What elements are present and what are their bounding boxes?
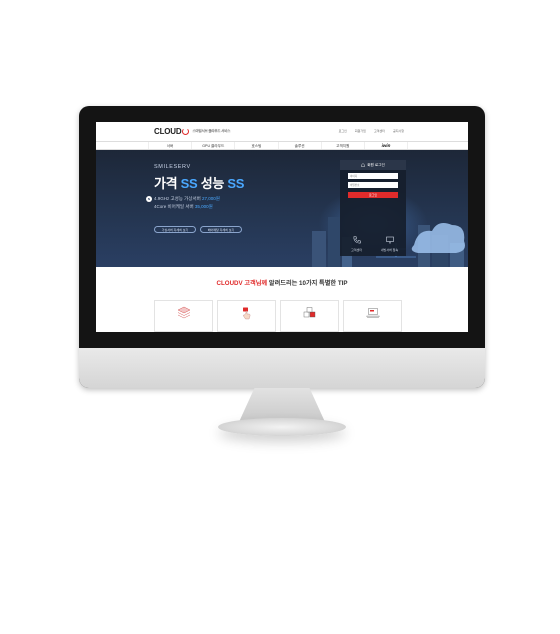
tip-card-4[interactable] <box>343 300 402 332</box>
hand-pointer-icon <box>242 307 250 320</box>
laptop-icon <box>365 308 380 318</box>
tip-card-1[interactable] <box>154 300 213 332</box>
shortcut-server-access[interactable]: 내빌서버 접속 <box>373 220 406 256</box>
nav-item-solution[interactable]: 솔루션 <box>279 142 322 149</box>
headline-ss-2: SS <box>227 176 245 191</box>
spec2-text: 4Core 비어케일 서버 <box>154 204 194 209</box>
top-link-login[interactable]: 로그인 <box>339 129 347 133</box>
top-link-support[interactable]: 고객센터 <box>374 129 385 133</box>
nav-item-server[interactable]: 서버 <box>148 142 193 149</box>
logo-text: CLOUD <box>154 127 182 136</box>
headline-performance-word: 성능 <box>200 176 225 191</box>
spec2-price: 35,000원 <box>194 204 213 209</box>
nav-item-gpu-cloud[interactable]: GPU 클라우드 <box>192 142 236 149</box>
website-screen: CLOUD 스마일서브 클라우드 서비스 로그인 회원가입 고객센터 공지사항 … <box>96 122 468 332</box>
virtual-server-detail-button[interactable]: 가상서버 자세히 보기 <box>154 226 196 233</box>
shortcut-support[interactable]: 고객센터 <box>340 220 373 256</box>
headline-ss-1: SS <box>180 176 198 191</box>
shortcut-server-access-label: 내빌서버 접속 <box>380 248 399 252</box>
new-badge-icon: N <box>146 196 152 202</box>
phone-icon <box>353 236 361 244</box>
main-nav: 서버 GPU 클라우드 호스팅 솔루션 고객지원 iwin <box>96 141 468 150</box>
logo-tagline: 스마일서브 클라우드 서비스 <box>192 129 231 133</box>
baremetal-detail-button[interactable]: 베어메탈 자세히 보기 <box>200 226 242 233</box>
tips-title-rest: 알려드리는 10가지 특별한 TIP <box>268 280 348 287</box>
hero-headline: 가격 SS 성능 SS <box>154 173 244 192</box>
top-link-notice[interactable]: 공지사항 <box>393 129 404 133</box>
hero-spec-1: N 4.9GHz 고성능 가상서버 27,000원 <box>146 196 220 202</box>
top-link-signup[interactable]: 회원가입 <box>355 129 366 133</box>
hero-banner: SMILESERV 가격 SS 성능 SS N 4.9GHz 고성능 가상서버 … <box>96 150 468 267</box>
monitor-chin <box>79 348 485 388</box>
home-icon <box>361 163 366 167</box>
login-button[interactable]: 로그인 <box>348 192 398 198</box>
tip-card-2[interactable] <box>217 300 276 332</box>
monitor-stand-base <box>218 418 346 436</box>
server-stack-icon <box>177 306 190 319</box>
login-id-input[interactable] <box>348 173 398 179</box>
login-title-bar: 회원 로그인 <box>340 160 406 170</box>
monitor-stand-neck <box>239 388 325 422</box>
tip-card-3[interactable] <box>280 300 339 332</box>
spec1-price: 27,000원 <box>202 196 220 201</box>
shortcut-support-label: 고객센터 <box>350 248 363 252</box>
cubes-icon <box>303 307 315 318</box>
hero-brand: SMILESERV <box>154 164 191 170</box>
tips-title-highlight: CLOUDV 고객님께 <box>216 280 268 287</box>
tips-section-title: CLOUDV 고객님께 알려드리는 10가지 특별한 TIP <box>96 278 468 287</box>
nav-item-iwin[interactable]: iwin <box>365 142 409 149</box>
tips-cards <box>154 300 402 332</box>
spec1-text: 4.9GHz 고성능 가상서버 <box>154 196 201 201</box>
monitor-icon <box>385 236 394 244</box>
login-panel: 회원 로그인 로그인 고객센터 내빌서버 접속 <box>340 160 406 256</box>
headline-price-word: 가격 <box>154 176 178 191</box>
site-logo[interactable]: CLOUD 스마일서브 클라우드 서비스 <box>154 127 230 136</box>
site-header: CLOUD 스마일서브 클라우드 서비스 로그인 회원가입 고객센터 공지사항 <box>96 122 468 141</box>
login-title: 회원 로그인 <box>367 162 385 167</box>
logo-v-icon <box>182 128 190 135</box>
nav-item-hosting[interactable]: 호스팅 <box>235 142 279 149</box>
login-password-input[interactable] <box>348 182 398 188</box>
login-shortcuts: 고객센터 내빌서버 접속 <box>340 220 406 256</box>
hero-spec-2: 4Core 비어케일 서버 35,000원 <box>154 204 213 210</box>
top-links: 로그인 회원가입 고객센터 공지사항 <box>339 129 404 133</box>
nav-item-support[interactable]: 고객지원 <box>322 142 365 149</box>
